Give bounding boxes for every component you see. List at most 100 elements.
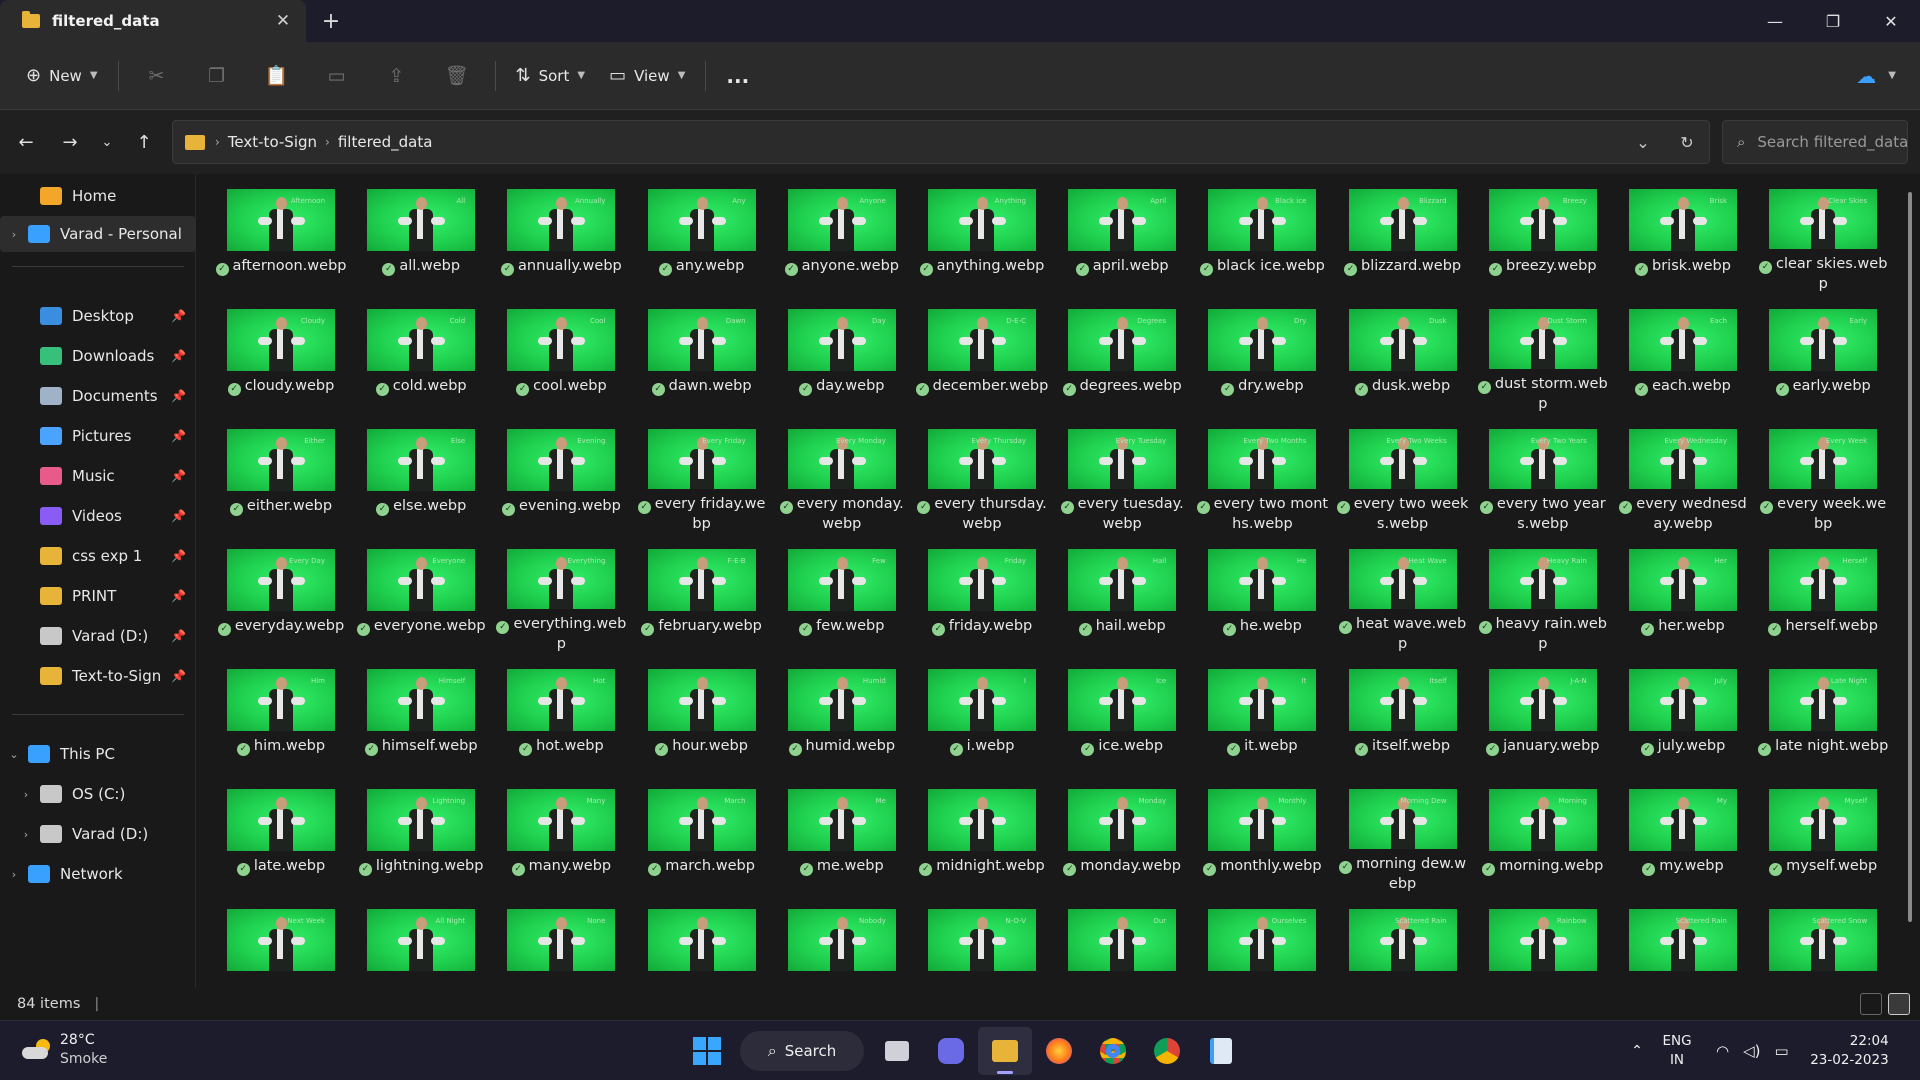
file-item[interactable]: It ✓ it.webp (1195, 654, 1329, 774)
file-item[interactable]: April ✓ april.webp (1055, 174, 1189, 294)
rename-icon[interactable]: ▭ (307, 56, 367, 96)
sidebar-item-css-exp-1[interactable]: css exp 1 📌 (0, 538, 196, 574)
chrome-button[interactable] (1086, 1027, 1140, 1075)
chevron-right-icon[interactable]: › (12, 788, 40, 801)
file-item[interactable]: Her ✓ her.webp (1616, 534, 1750, 654)
file-item[interactable]: Anything ✓ anything.webp (915, 174, 1049, 294)
file-item[interactable]: Nobody (775, 894, 909, 988)
address-bar[interactable]: › Text-to-Sign › filtered_data ⌄ ↻ (172, 120, 1710, 164)
show-hidden-icons-button[interactable]: ⌃ (1622, 1043, 1652, 1059)
file-item[interactable]: Either ✓ either.webp (214, 414, 348, 534)
chevron-right-icon[interactable]: › (0, 868, 28, 881)
file-item[interactable]: Myself ✓ myself.webp (1756, 774, 1890, 894)
file-item[interactable]: Cold ✓ cold.webp (354, 294, 488, 414)
more-options-button[interactable]: ... (714, 56, 761, 96)
sidebar-item-this-pc[interactable]: ⌄ This PC (0, 736, 196, 772)
file-item[interactable]: Hot ✓ hot.webp (494, 654, 628, 774)
file-item[interactable]: My ✓ my.webp (1616, 774, 1750, 894)
file-item[interactable]: ✓ late.webp (214, 774, 348, 894)
file-item[interactable]: Me ✓ me.webp (775, 774, 909, 894)
chevron-right-icon[interactable]: › (0, 228, 28, 241)
file-item[interactable]: Brisk ✓ brisk.webp (1616, 174, 1750, 294)
file-item[interactable]: Every Two Months ✓ every two months.webp (1195, 414, 1329, 534)
file-item[interactable]: Scattered Snow (1756, 894, 1890, 988)
view-button[interactable]: ▭ View ▼ (597, 56, 697, 96)
file-item[interactable]: July ✓ july.webp (1616, 654, 1750, 774)
file-item[interactable]: Every Thursday ✓ every thursday.webp (915, 414, 1049, 534)
file-item[interactable]: Cloudy ✓ cloudy.webp (214, 294, 348, 414)
file-explorer-button[interactable] (978, 1027, 1032, 1075)
tab-filtered-data[interactable]: filtered_data ✕ (0, 0, 306, 42)
file-item[interactable]: Heat Wave ✓ heat wave.webp (1336, 534, 1470, 654)
file-item[interactable]: Heavy Rain ✓ heavy rain.webp (1476, 534, 1610, 654)
file-item[interactable]: None (494, 894, 628, 988)
file-item[interactable]: Degrees ✓ degrees.webp (1055, 294, 1189, 414)
file-item[interactable]: Any ✓ any.webp (635, 174, 769, 294)
file-item[interactable]: Day ✓ day.webp (775, 294, 909, 414)
sidebar-item-downloads[interactable]: Downloads 📌 (0, 338, 196, 374)
file-item[interactable]: Every Two Years ✓ every two years.webp (1476, 414, 1610, 534)
delete-icon[interactable]: 🗑 (427, 56, 487, 96)
close-window-button[interactable]: ✕ (1862, 0, 1920, 42)
language-indicator[interactable]: ENG IN (1652, 1032, 1702, 1070)
weather-widget[interactable]: 28°C Smoke (22, 1031, 107, 1069)
new-button[interactable]: ⊕ New ▼ (14, 56, 110, 96)
file-item[interactable]: He ✓ he.webp (1195, 534, 1329, 654)
sidebar-item-os-c[interactable]: › OS (C:) (0, 776, 196, 812)
minimize-button[interactable]: — (1746, 0, 1804, 42)
breadcrumb-filtered-data[interactable]: filtered_data (338, 133, 433, 151)
file-item[interactable]: Early ✓ early.webp (1756, 294, 1890, 414)
chrome-profile-button[interactable] (1140, 1027, 1194, 1075)
file-item[interactable]: Black ice ✓ black ice.webp (1195, 174, 1329, 294)
vertical-scrollbar[interactable] (1908, 192, 1912, 922)
file-item[interactable]: Everything ✓ everything.webp (494, 534, 628, 654)
file-item[interactable]: Dust Storm ✓ dust storm.webp (1476, 294, 1610, 414)
file-item[interactable]: Morning ✓ morning.webp (1476, 774, 1610, 894)
file-item[interactable]: Anyone ✓ anyone.webp (775, 174, 909, 294)
file-item[interactable]: N-O-V (915, 894, 1049, 988)
refresh-icon[interactable]: ↻ (1665, 133, 1709, 152)
restore-button[interactable]: ❐ (1804, 0, 1862, 42)
chevron-down-icon[interactable]: ⌄ (0, 748, 28, 761)
taskbar-search-button[interactable]: ⌕ Search (740, 1031, 864, 1071)
address-history-icon[interactable]: ⌄ (1621, 133, 1665, 152)
search-input[interactable]: ⌕ Search filtered_data (1722, 120, 1908, 164)
sidebar-item-home[interactable]: Home (0, 178, 196, 214)
file-item[interactable]: Every Two Weeks ✓ every two weeks.webp (1336, 414, 1470, 534)
sidebar-item-desktop[interactable]: Desktop 📌 (0, 298, 196, 334)
file-item[interactable]: Ice ✓ ice.webp (1055, 654, 1189, 774)
copy-icon[interactable]: ❐ (187, 56, 247, 96)
file-item[interactable]: F-E-B ✓ february.webp (635, 534, 769, 654)
task-view-button[interactable] (870, 1027, 924, 1075)
file-item[interactable]: All Night (354, 894, 488, 988)
sidebar-item-text-to-sign[interactable]: Text-to-Sign 📌 (0, 658, 196, 694)
breadcrumb-text-to-sign[interactable]: Text-to-Sign (228, 133, 317, 151)
sidebar-item-varad-personal[interactable]: › Varad - Personal (0, 216, 196, 252)
file-item[interactable]: Scattered Rain (1616, 894, 1750, 988)
sort-button[interactable]: ⇅ Sort ▼ (504, 56, 598, 96)
file-item[interactable]: Dry ✓ dry.webp (1195, 294, 1329, 414)
file-item[interactable]: Clear Skies ✓ clear skies.webp (1756, 174, 1890, 294)
firefox-button[interactable] (1032, 1027, 1086, 1075)
file-item[interactable]: Every Wednesday ✓ every wednesday.webp (1616, 414, 1750, 534)
large-icons-view-button[interactable] (1888, 993, 1910, 1015)
file-item[interactable]: Dusk ✓ dusk.webp (1336, 294, 1470, 414)
file-item[interactable]: Lightning ✓ lightning.webp (354, 774, 488, 894)
sidebar-item-network[interactable]: › Network (0, 856, 196, 892)
forward-button[interactable]: → (48, 122, 92, 162)
share-icon[interactable]: ⇪ (367, 56, 427, 96)
file-item[interactable]: Itself ✓ itself.webp (1336, 654, 1470, 774)
file-item[interactable]: Everyone ✓ everyone.webp (354, 534, 488, 654)
file-item[interactable]: D-E-C ✓ december.webp (915, 294, 1049, 414)
file-item[interactable]: Late Night ✓ late night.webp (1756, 654, 1890, 774)
file-item[interactable]: Else ✓ else.webp (354, 414, 488, 534)
sidebar-item-music[interactable]: Music 📌 (0, 458, 196, 494)
cut-icon[interactable]: ✂ (127, 56, 187, 96)
file-item[interactable]: Evening ✓ evening.webp (494, 414, 628, 534)
file-item[interactable]: Himself ✓ himself.webp (354, 654, 488, 774)
file-item[interactable]: Cool ✓ cool.webp (494, 294, 628, 414)
file-item[interactable]: J-A-N ✓ january.webp (1476, 654, 1610, 774)
sidebar-item-pictures[interactable]: Pictures 📌 (0, 418, 196, 454)
file-item[interactable]: Rainbow (1476, 894, 1610, 988)
new-tab-button[interactable]: + (306, 0, 356, 42)
